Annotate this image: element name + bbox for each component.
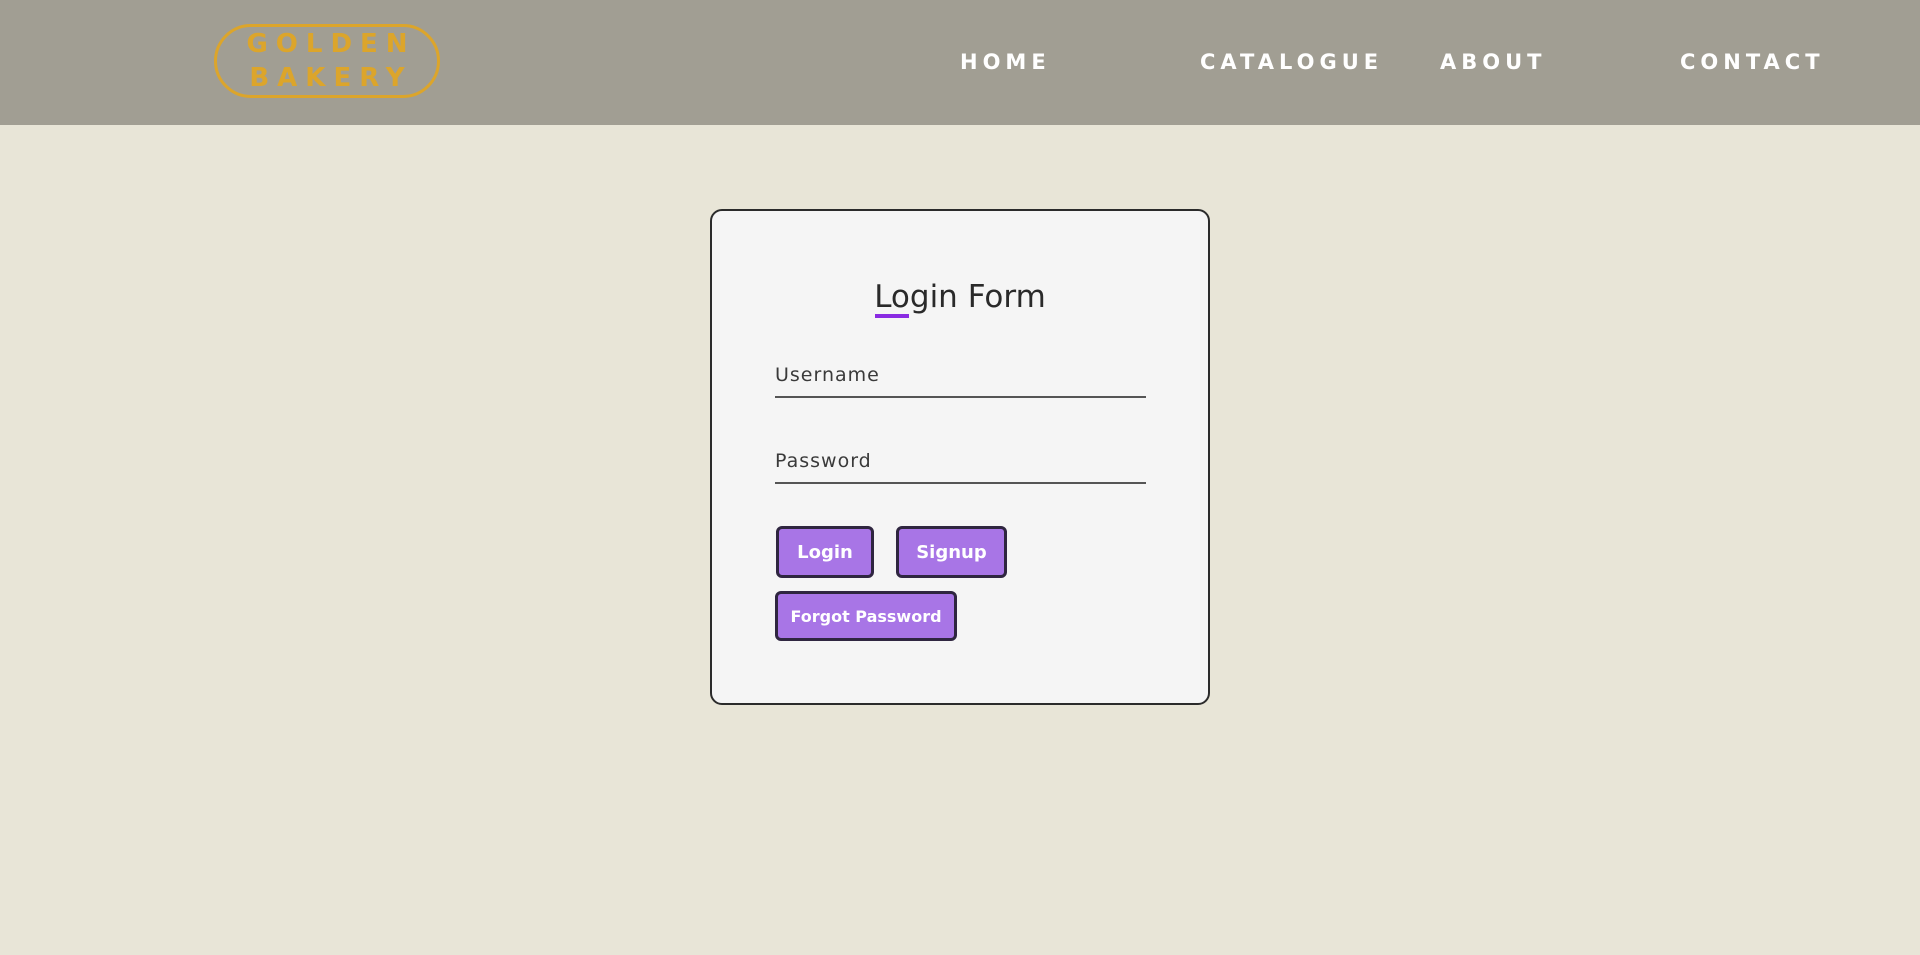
login-form-title: Login Form [874, 279, 1046, 315]
top-navigation-bar: GOLDEN BAKERY HOME CATALOGUE ABOUT CONTA… [0, 0, 1920, 125]
username-input[interactable] [775, 360, 1146, 398]
login-form-title-container: Login Form [712, 277, 1208, 318]
login-form-card: Login Form Login Signup Forgot Password [710, 209, 1210, 705]
nav-link-home[interactable]: HOME [960, 48, 1051, 76]
password-input[interactable] [775, 446, 1146, 484]
nav-link-catalogue[interactable]: CATALOGUE [1200, 48, 1383, 76]
login-form-title-wrap: Login Form [874, 277, 1046, 318]
forgot-password-button[interactable]: Forgot Password [775, 591, 957, 641]
golden-bakery-logo[interactable]: GOLDEN BAKERY [214, 24, 440, 98]
nav-link-about[interactable]: ABOUT [1440, 48, 1547, 76]
nav-link-contact[interactable]: CONTACT [1680, 48, 1825, 76]
signup-button[interactable]: Signup [896, 526, 1007, 578]
title-accent-underline [875, 314, 910, 318]
logo-text-line-1: GOLDEN [246, 29, 416, 59]
logo-text-line-2: BAKERY [249, 63, 413, 93]
login-button[interactable]: Login [776, 526, 874, 578]
